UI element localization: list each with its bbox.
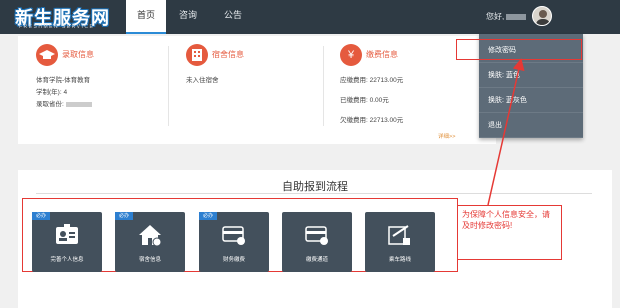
divider: [323, 46, 324, 126]
step-label: 宿舍信息: [138, 257, 161, 263]
tab-home-label: 首页: [136, 10, 155, 20]
dorm-title: 宿舍信息: [212, 50, 244, 59]
menu-skin-bluegray[interactable]: 换肤: 蓝灰色: [479, 88, 583, 113]
required-badge: 必办: [32, 212, 50, 220]
user-name-redacted: [506, 13, 527, 20]
step-dorm-info[interactable]: 必办 宿舍信息: [115, 212, 185, 272]
user-greeting[interactable]: 您好,: [486, 11, 527, 22]
tab-consult-label: 咨询: [178, 10, 197, 20]
top-bar: 新生服务网 FRESHMEN SERVICE 首页 咨询 公告 您好,: [0, 0, 620, 34]
house-icon: [139, 225, 162, 246]
highlight-box: [456, 39, 582, 60]
tab-notice-label: 公告: [223, 10, 242, 20]
admission-college: 体育学院-体育教育: [36, 77, 91, 84]
required-badge: 必办: [199, 212, 217, 220]
step-complete-profile[interactable]: 必办 完善个人信息: [32, 212, 102, 272]
graduation-cap-icon: [36, 44, 58, 66]
step-bus-route[interactable]: 乘车路线: [365, 212, 435, 272]
admission-origin-label: 录取省份:: [36, 101, 64, 108]
building-icon: [186, 44, 208, 66]
greeting-text: 您好,: [486, 12, 505, 21]
step-label: 财务缴费: [222, 257, 245, 263]
required-badge: 必办: [115, 212, 133, 220]
step-payment-channel[interactable]: 缴费通道: [282, 212, 352, 272]
menu-item-label: 换肤: 蓝色: [488, 72, 520, 79]
annotation-callout: 为保障个人信息安全，请及时修改密码!: [457, 205, 562, 260]
fees-detail-link[interactable]: 详细>>: [438, 132, 455, 140]
menu-item-label: 换肤: 蓝灰色: [488, 97, 527, 104]
callout-text: 为保障个人信息安全，请及时修改密码!: [462, 210, 550, 230]
fees-paid: 已缴费用: 0.00元: [340, 97, 389, 104]
menu-skin-blue[interactable]: 换肤: 蓝色: [479, 63, 583, 88]
fees-due: 应缴费用: 22713.00元: [340, 77, 404, 84]
yen-icon: ¥: [340, 44, 362, 66]
info-panel: 录取信息 体育学院-体育教育 学制(年): 4 录取省份: 宿舍信息 未入住宿舍…: [18, 36, 496, 144]
tab-notice[interactable]: 公告: [214, 0, 252, 34]
step-label: 缴费通道: [305, 257, 328, 263]
step-label: 完善个人信息: [50, 257, 84, 263]
logo-subtitle: FRESHMEN SERVICE: [19, 24, 95, 30]
menu-item-label: 退出: [488, 122, 502, 129]
admission-title: 录取信息: [62, 50, 94, 59]
id-card-icon: [56, 224, 78, 244]
step-label: 乘车路线: [388, 257, 411, 263]
fees-title: 缴费信息: [366, 50, 398, 59]
edit-icon: [388, 225, 410, 245]
tab-consult[interactable]: 咨询: [170, 0, 206, 34]
payment-card-icon: [222, 226, 245, 245]
cards-icon: [305, 226, 328, 245]
admission-origin: 录取省份:: [36, 98, 92, 108]
dorm-status: 未入住宿舍: [186, 77, 219, 84]
avatar[interactable]: [532, 6, 552, 26]
fees-owed: 欠缴费用: 22713.00元: [340, 117, 404, 124]
divider: [36, 193, 592, 194]
step-finance-payment[interactable]: 必办 财务缴费: [199, 212, 269, 272]
menu-logout[interactable]: 退出: [479, 113, 583, 138]
tab-home[interactable]: 首页: [126, 0, 166, 34]
site-logo[interactable]: 新生服务网 FRESHMEN SERVICE: [15, 4, 133, 31]
redacted-value: [65, 101, 92, 107]
divider: [168, 46, 169, 126]
flow-title: 自助报到流程: [282, 181, 348, 193]
admission-years: 学制(年): 4: [36, 89, 68, 96]
